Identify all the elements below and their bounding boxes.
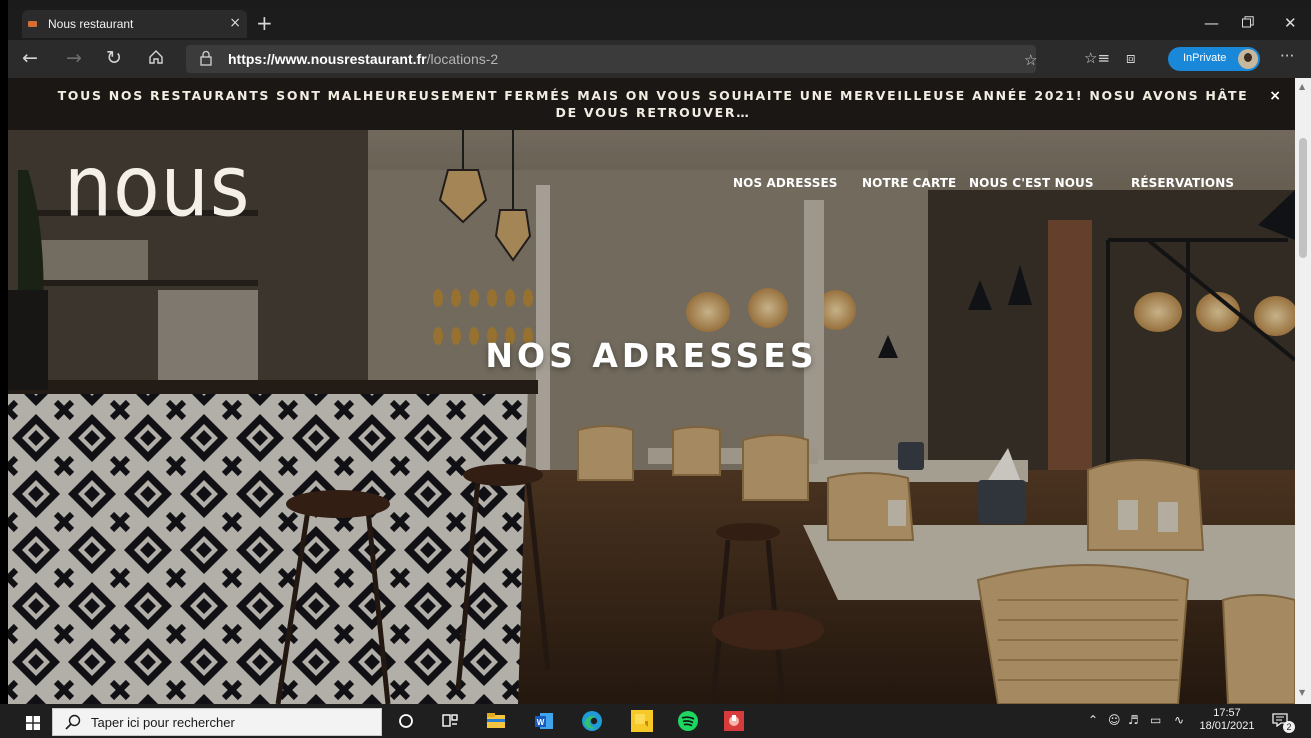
task-view-icon[interactable] (438, 709, 462, 733)
inprivate-badge[interactable]: InPrivate (1168, 47, 1260, 71)
url-path: /locations-2 (426, 51, 499, 67)
search-placeholder: Taper ici pour rechercher (91, 715, 235, 730)
url-text: https://www.nousrestaurant.fr/locations-… (228, 51, 498, 67)
page-viewport: TOUS NOS RESTAURANTS SONT MALHEUREUSEMEN… (8, 78, 1295, 704)
page-title: NOS ADRESSES (485, 336, 818, 375)
favicon-icon (28, 21, 37, 27)
nav-reservations[interactable]: RÉSERVATIONS (1131, 176, 1234, 190)
edge-icon[interactable] (580, 709, 604, 733)
network-icon[interactable]: ∿ (1174, 713, 1184, 727)
minimize-icon[interactable]: — (1204, 14, 1219, 32)
spotify-icon[interactable] (676, 709, 700, 733)
nav-notre-carte[interactable]: NOTRE CARTE (862, 176, 956, 190)
close-tab-icon[interactable]: × (229, 15, 241, 31)
system-clock[interactable]: 17:57 18/01/2021 (1198, 707, 1256, 733)
search-icon (65, 714, 81, 730)
announcement-bar: TOUS NOS RESTAURANTS SONT MALHEUREUSEMEN… (8, 78, 1295, 130)
battery-icon[interactable]: ▭ (1150, 713, 1161, 727)
forward-icon[interactable]: → (66, 47, 82, 69)
url-host: www.nousrestaurant.fr (274, 51, 427, 67)
nav-nous-cest-nous[interactable]: NOUS C'EST NOUS (969, 176, 1094, 190)
main-navigation: NOS ADRESSES NOTRE CARTE NOUS C'EST NOUS… (8, 176, 1295, 196)
back-icon[interactable]: ← (22, 47, 38, 69)
avatar (1238, 49, 1258, 69)
address-bar[interactable]: https://www.nousrestaurant.fr/locations-… (186, 45, 1037, 73)
address-toolbar: ← → ↻ https://www.nousrestaurant.fr/loca… (8, 40, 1311, 78)
taskbar: Taper ici pour rechercher W ⌃ ☺ ♬ ▭ ∿ 17… (0, 704, 1311, 738)
meet-now-icon[interactable]: ☺ (1108, 713, 1121, 727)
url-scheme: https:// (228, 51, 275, 67)
svg-text:W: W (537, 718, 545, 727)
collections-icon[interactable]: ⧈ (1126, 48, 1136, 68)
clock-date: 18/01/2021 (1199, 720, 1255, 732)
scroll-down-icon[interactable]: ▼ (1299, 688, 1305, 697)
scroll-up-icon[interactable]: ▲ (1299, 82, 1305, 91)
media-app-icon[interactable] (722, 709, 746, 733)
vertical-scrollbar[interactable]: ▲ ▼ (1295, 78, 1311, 704)
more-options-icon[interactable]: ··· (1280, 46, 1294, 66)
tab-title: Nous restaurant (48, 17, 134, 31)
scrollbar-thumb[interactable] (1299, 138, 1307, 258)
close-announcement-icon[interactable]: × (1269, 88, 1281, 104)
cortana-icon[interactable] (394, 709, 418, 733)
home-icon[interactable] (148, 48, 164, 70)
browser-window: Nous restaurant × + — ✕ ← → ↻ https://ww… (8, 0, 1311, 738)
tab-strip: Nous restaurant × + — ✕ (8, 8, 1311, 40)
windows-start-icon[interactable] (26, 716, 40, 730)
refresh-icon[interactable]: ↻ (106, 47, 122, 69)
restore-icon[interactable] (1242, 14, 1254, 32)
tab-nous-restaurant[interactable]: Nous restaurant × (22, 10, 247, 38)
announcement-text: TOUS NOS RESTAURANTS SONT MALHEUREUSEMEN… (57, 88, 1249, 120)
taskbar-search-input[interactable]: Taper ici pour rechercher (52, 708, 382, 736)
new-tab-button[interactable]: + (256, 13, 273, 33)
word-icon[interactable]: W (532, 709, 556, 733)
favorite-star-icon[interactable]: ☆ (1024, 50, 1037, 70)
inprivate-label: InPrivate (1183, 52, 1227, 64)
close-window-icon[interactable]: ✕ (1284, 14, 1297, 32)
lock-icon (200, 50, 212, 66)
volume-icon[interactable]: ♬ (1128, 713, 1139, 727)
nav-nos-adresses[interactable]: NOS ADRESSES (733, 176, 838, 190)
notification-count-badge: 2 (1283, 721, 1295, 733)
favorites-list-icon[interactable]: ☆≡ (1084, 48, 1110, 68)
show-hidden-icons-icon[interactable]: ⌃ (1088, 713, 1098, 727)
hero-section: nous NOS ADRESSES NOTRE CARTE NOUS C'EST… (8, 130, 1295, 704)
sticky-notes-icon[interactable] (630, 709, 654, 733)
clock-time: 17:57 (1213, 707, 1241, 719)
file-explorer-icon[interactable] (484, 709, 508, 733)
